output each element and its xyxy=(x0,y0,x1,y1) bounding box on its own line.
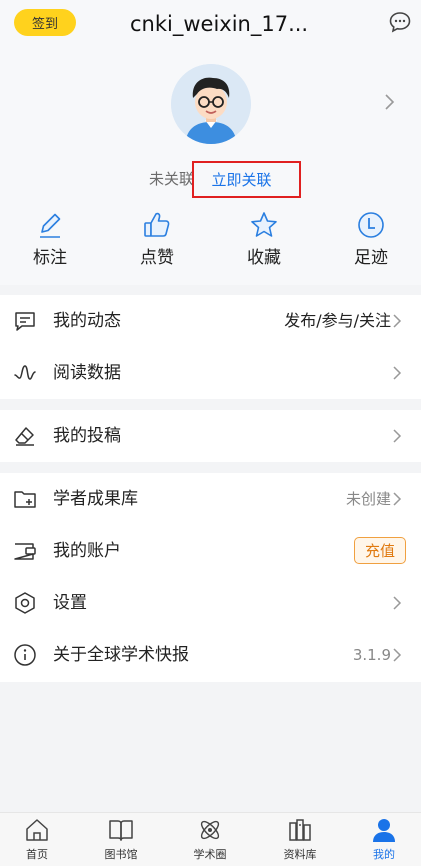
menu-item-label: 关于全球学术快报 xyxy=(53,645,189,665)
menu-item-label: 我的账户 xyxy=(53,541,121,561)
atom-icon xyxy=(200,820,220,840)
quick-action-likes[interactable]: 点赞 xyxy=(117,210,197,270)
bottom-tab-bar: 首页 图书馆 学术圈 资料库 我的 xyxy=(0,812,421,866)
menu-group-activity: 我的动态 发布/参与/关注 阅读数据 xyxy=(0,295,421,399)
avatar[interactable] xyxy=(171,64,251,144)
tab-label: 我的 xyxy=(373,848,395,861)
chevron-right-icon xyxy=(393,314,402,328)
menu-item-label: 阅读数据 xyxy=(53,363,121,383)
menu-item-label: 设置 xyxy=(53,593,87,613)
tab-label: 首页 xyxy=(26,848,48,861)
user-icon xyxy=(373,819,395,842)
book-icon xyxy=(109,820,133,841)
star-icon xyxy=(251,212,277,237)
sign-in-button[interactable]: 签到 xyxy=(14,9,76,36)
quick-action-label: 标注 xyxy=(33,248,67,268)
tab-label: 学术圈 xyxy=(193,848,227,861)
eraser-icon xyxy=(15,427,34,446)
tab-database[interactable]: 资料库 xyxy=(270,817,330,865)
quick-action-label: 点赞 xyxy=(140,248,174,268)
chevron-right-icon[interactable] xyxy=(382,93,396,111)
tab-label: 图书馆 xyxy=(104,848,138,861)
info-icon xyxy=(14,644,36,666)
menu-item-my-submissions[interactable]: 我的投稿 xyxy=(0,410,421,462)
settings-hexagon-icon xyxy=(15,592,35,614)
tab-academic-circle[interactable]: 学术圈 xyxy=(180,817,240,865)
chevron-right-icon xyxy=(393,596,402,610)
tab-label: 资料库 xyxy=(283,848,317,861)
recharge-button[interactable]: 充值 xyxy=(354,537,406,564)
wallet-icon xyxy=(14,543,36,560)
menu-item-my-account[interactable]: 我的账户 充值 xyxy=(0,525,421,577)
clock-icon xyxy=(358,212,384,238)
folder-plus-icon xyxy=(14,491,36,508)
menu-item-value: 发布/参与/关注 xyxy=(284,311,391,330)
menu-item-reading-data[interactable]: 阅读数据 xyxy=(0,347,421,399)
menu-item-label: 学者成果库 xyxy=(53,489,138,509)
tab-library[interactable]: 图书馆 xyxy=(91,817,151,865)
chevron-right-icon xyxy=(393,648,402,662)
pencil-icon xyxy=(40,213,61,238)
app-version: 3.1.9 xyxy=(352,646,391,664)
library-icon xyxy=(289,819,311,841)
avatar-illustration xyxy=(171,64,251,144)
pulse-icon xyxy=(14,365,36,380)
quick-action-label: 收藏 xyxy=(247,248,281,268)
comment-icon xyxy=(15,312,35,331)
profile-header: 签到 cnki_weixin_17... 未关联 立即关联 标注 点赞 收藏 足… xyxy=(0,0,421,285)
home-icon xyxy=(26,819,48,841)
menu-group-settings: 学者成果库 未创建 我的账户 充值 设置 关于全球学术快报 3.1.9 xyxy=(0,473,421,682)
link-status: 未关联 xyxy=(149,170,195,188)
chevron-right-icon xyxy=(393,429,402,443)
chevron-right-icon xyxy=(393,366,402,380)
menu-item-settings[interactable]: 设置 xyxy=(0,577,421,629)
quick-action-favorites[interactable]: 收藏 xyxy=(224,210,304,270)
quick-action-label: 足迹 xyxy=(354,248,388,268)
menu-item-label: 我的动态 xyxy=(53,311,121,331)
tab-me[interactable]: 我的 xyxy=(354,817,414,865)
menu-item-label: 我的投稿 xyxy=(53,426,121,446)
message-icon[interactable] xyxy=(389,11,411,33)
menu-group-submission: 我的投稿 xyxy=(0,410,421,462)
menu-item-scholar-library[interactable]: 学者成果库 未创建 xyxy=(0,473,421,525)
thumbs-up-icon xyxy=(144,212,170,237)
menu-item-about[interactable]: 关于全球学术快报 3.1.9 xyxy=(0,629,421,681)
link-now-button[interactable]: 立即关联 xyxy=(192,161,301,198)
menu-item-value: 未创建 xyxy=(345,490,391,508)
quick-action-history[interactable]: 足迹 xyxy=(331,210,411,270)
chevron-right-icon xyxy=(393,492,402,506)
quick-action-annotations[interactable]: 标注 xyxy=(10,210,90,270)
tab-home[interactable]: 首页 xyxy=(7,817,67,865)
menu-item-my-activity[interactable]: 我的动态 发布/参与/关注 xyxy=(0,295,421,347)
username: cnki_weixin_17... xyxy=(130,12,309,36)
